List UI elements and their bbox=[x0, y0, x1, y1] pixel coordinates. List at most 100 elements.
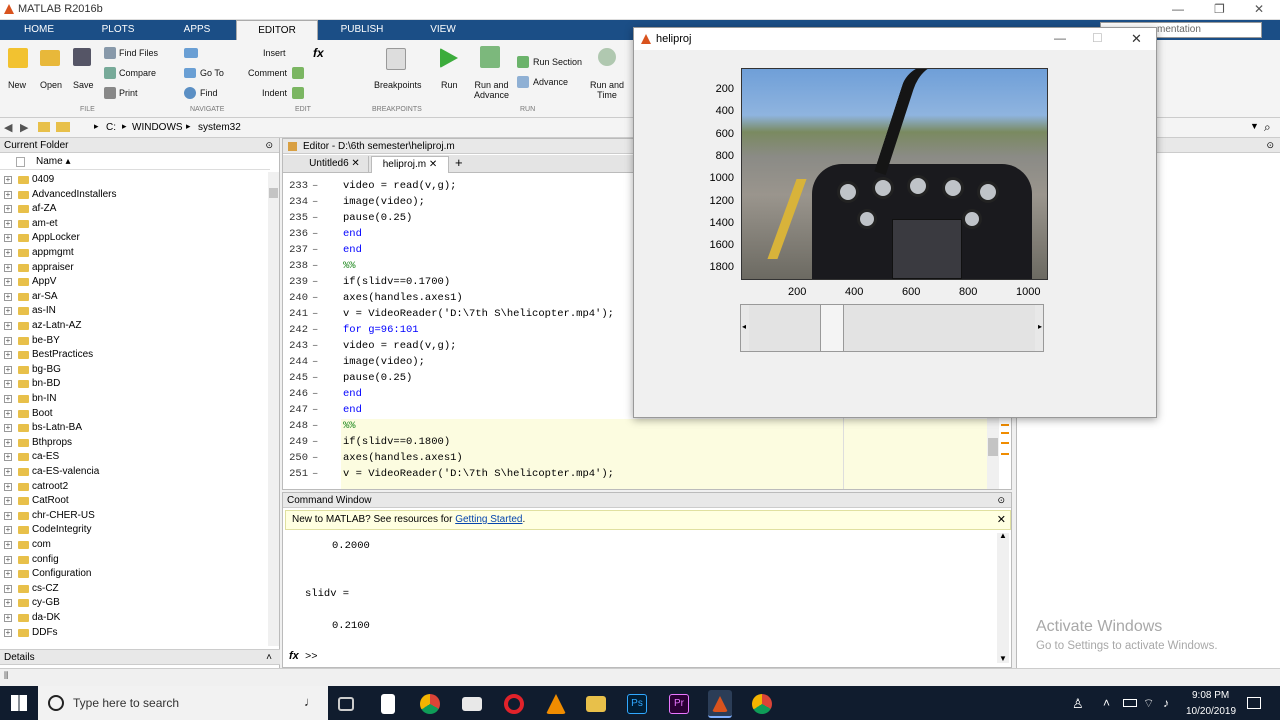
breakpoint-marker[interactable]: – bbox=[312, 386, 318, 402]
folder-item[interactable]: + cy-GB bbox=[0, 596, 268, 611]
expand-icon[interactable]: + bbox=[4, 570, 12, 579]
tab-apps[interactable]: APPS bbox=[158, 20, 236, 40]
premiere-icon[interactable]: Pr bbox=[669, 694, 689, 714]
folder-item[interactable]: + be-BY bbox=[0, 334, 268, 349]
folder-item[interactable]: + chr-CHER-US bbox=[0, 509, 268, 524]
breakpoint-marker[interactable]: – bbox=[312, 258, 318, 274]
tab-close-icon[interactable]: ✕ bbox=[351, 158, 359, 169]
people-icon[interactable]: ♙ bbox=[1072, 696, 1084, 712]
print-button[interactable]: Print bbox=[119, 88, 138, 98]
expand-icon[interactable]: + bbox=[4, 336, 12, 345]
folder-item[interactable]: + da-DK bbox=[0, 611, 268, 626]
folder-item[interactable]: + ca-ES-valencia bbox=[0, 465, 268, 480]
breakpoint-marker[interactable]: – bbox=[312, 194, 318, 210]
code-line[interactable]: 249– if(slidv==0.1800) bbox=[284, 434, 1004, 450]
breakpoints-button[interactable]: Breakpoints bbox=[374, 80, 422, 90]
scroll-thumb[interactable] bbox=[269, 188, 278, 198]
close-icon[interactable]: ✕ bbox=[1254, 2, 1264, 16]
find-files-button[interactable]: Find Files bbox=[119, 48, 158, 58]
open-button[interactable]: Open bbox=[40, 80, 62, 90]
save-button[interactable]: Save bbox=[73, 80, 94, 90]
folder-item[interactable]: + CatRoot bbox=[0, 494, 268, 509]
folder-item[interactable]: + config bbox=[0, 553, 268, 568]
breadcrumb-windows[interactable]: WINDOWS bbox=[132, 122, 183, 133]
tab-plots[interactable]: PLOTS bbox=[78, 20, 158, 40]
expand-icon[interactable]: + bbox=[4, 176, 12, 184]
folder-item[interactable]: + DDFs bbox=[0, 626, 268, 641]
frame-slider[interactable]: ◂ ▸ bbox=[740, 304, 1044, 352]
expand-icon[interactable]: + bbox=[4, 599, 12, 608]
code-line[interactable]: 248–%% bbox=[284, 418, 1004, 434]
expand-icon[interactable]: + bbox=[4, 482, 12, 491]
expand-icon[interactable]: + bbox=[4, 190, 12, 199]
breakpoint-marker[interactable]: – bbox=[312, 418, 318, 434]
forward-icon[interactable]: ▶ bbox=[20, 121, 28, 134]
wifi-icon[interactable]: ⌔ bbox=[1143, 696, 1154, 711]
folder-item[interactable]: + am-et bbox=[0, 217, 268, 232]
photoshop-icon[interactable]: Ps bbox=[627, 694, 647, 714]
breakpoint-marker[interactable]: – bbox=[312, 450, 318, 466]
file-explorer-icon[interactable] bbox=[586, 696, 606, 712]
breadcrumb-system32[interactable]: system32 bbox=[198, 122, 241, 133]
breakpoint-marker[interactable]: – bbox=[312, 226, 318, 242]
expand-icon[interactable]: + bbox=[4, 438, 12, 447]
expand-icon[interactable]: + bbox=[4, 628, 12, 637]
breakpoint-marker[interactable]: – bbox=[312, 354, 318, 370]
folder-item[interactable]: + Boot bbox=[0, 407, 268, 422]
expand-icon[interactable]: + bbox=[4, 511, 12, 520]
expand-icon[interactable]: + bbox=[4, 234, 12, 243]
scroll-down-icon[interactable]: ▼ bbox=[999, 654, 1007, 663]
folder-item[interactable]: + bn-BD bbox=[0, 377, 268, 392]
breadcrumb-c[interactable]: C: bbox=[106, 122, 116, 133]
breakpoint-marker[interactable]: – bbox=[312, 306, 318, 322]
notification-icon[interactable] bbox=[1247, 697, 1261, 709]
code-line[interactable]: 251– v = VideoReader('D:\7th S\helicopter… bbox=[284, 466, 1004, 482]
expand-icon[interactable]: + bbox=[4, 292, 12, 301]
getting-started-link[interactable]: Getting Started bbox=[455, 514, 522, 525]
slider-thumb[interactable] bbox=[819, 305, 844, 351]
slider-left-arrow-icon[interactable]: ◂ bbox=[742, 322, 746, 331]
maximize-icon[interactable]: ☐ bbox=[1092, 31, 1103, 45]
folder-item[interactable]: +0409 bbox=[0, 173, 268, 188]
tab-editor[interactable]: EDITOR bbox=[236, 20, 318, 40]
breakpoint-marker[interactable]: – bbox=[312, 402, 318, 418]
expand-icon[interactable]: + bbox=[4, 468, 12, 476]
file-icon[interactable] bbox=[381, 694, 395, 714]
tab-untitled6[interactable]: Untitled6 ✕ bbox=[301, 156, 369, 172]
run-button[interactable]: Run bbox=[441, 80, 458, 90]
folder-item[interactable]: + as-IN bbox=[0, 304, 268, 319]
taskbar-time[interactable]: 9:08 PM bbox=[1192, 690, 1229, 701]
folder-item[interactable]: + az-Latn-AZ bbox=[0, 319, 268, 334]
expand-icon[interactable]: + bbox=[4, 278, 12, 287]
tab-view[interactable]: VIEW bbox=[404, 20, 482, 40]
breakpoint-marker[interactable]: – bbox=[312, 274, 318, 290]
breakpoint-marker[interactable]: – bbox=[312, 322, 318, 338]
code-line[interactable]: 250– axes(handles.axes1) bbox=[284, 450, 1004, 466]
expand-icon[interactable]: + bbox=[4, 497, 12, 506]
insert-button[interactable]: Insert bbox=[263, 48, 286, 58]
expand-icon[interactable]: + bbox=[4, 526, 12, 535]
panel-menu-icon[interactable]: ⊙ bbox=[265, 138, 273, 153]
details-header[interactable]: Details ˄ bbox=[0, 649, 280, 665]
breakpoint-marker[interactable]: – bbox=[312, 290, 318, 306]
folder-scrollbar[interactable] bbox=[268, 172, 279, 646]
taskbar-date[interactable]: 10/20/2019 bbox=[1186, 706, 1236, 717]
maximize-icon[interactable]: ❐ bbox=[1214, 2, 1225, 16]
folder-item[interactable]: + com bbox=[0, 538, 268, 553]
chrome-icon[interactable] bbox=[420, 694, 440, 714]
folder-item[interactable]: + catroot2 bbox=[0, 480, 268, 495]
expand-icon[interactable]: + bbox=[4, 555, 12, 564]
battery-icon[interactable] bbox=[1123, 699, 1137, 707]
tab-home[interactable]: HOME bbox=[0, 20, 78, 40]
close-icon[interactable]: ✕ bbox=[1131, 31, 1142, 47]
folder-item[interactable]: + cs-CZ bbox=[0, 582, 268, 597]
expand-icon[interactable]: + bbox=[4, 307, 12, 316]
new-button[interactable]: New bbox=[8, 80, 26, 90]
command-prompt[interactable]: >> bbox=[305, 651, 318, 663]
folder-item[interactable]: + bs-Latn-BA bbox=[0, 421, 268, 436]
go-to-button[interactable]: Go To bbox=[200, 68, 224, 78]
tab-publish[interactable]: PUBLISH bbox=[322, 20, 402, 40]
windows-start-icon[interactable] bbox=[11, 695, 27, 711]
folder-item[interactable]: + AdvancedInstallers bbox=[0, 188, 268, 203]
run-section-button[interactable]: Run Section bbox=[533, 57, 582, 67]
